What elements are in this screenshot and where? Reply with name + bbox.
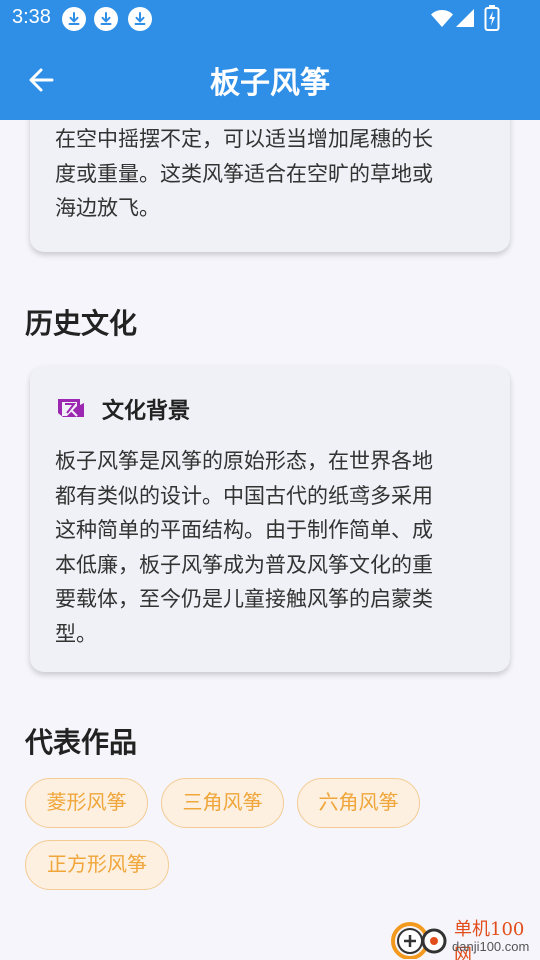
text-line: 板子风筝是风筝的原始形态，在世界各地 bbox=[55, 449, 433, 473]
status-time: 3:38 bbox=[12, 6, 51, 28]
watermark: 单机100网 danji100.com bbox=[390, 915, 538, 960]
culture-card: 文化背景 板子风筝是风筝的原始形态，在世界各地 都有类似的设计。中国古代的纸鸢多… bbox=[30, 366, 510, 672]
text-line: 本低廉，板子风筝成为普及风筝文化的重 bbox=[55, 552, 433, 577]
section-heading-history: 历史文化 bbox=[25, 307, 138, 340]
text-line: 这种简单的平面结构。由于制作简单、成 bbox=[55, 518, 433, 542]
download-icon bbox=[62, 7, 86, 31]
download-icon bbox=[94, 7, 118, 31]
text-line: 要载体，至今仍是儿童接触风筝的启蒙类 bbox=[55, 587, 433, 611]
download-icon bbox=[128, 7, 152, 31]
watermark-logo-icon bbox=[390, 919, 452, 960]
top-bar: 3:38 板子风筝 bbox=[0, 0, 540, 120]
description-text: 在空中摇摆不定，可以适当增加尾穗的长 度或重量。这类风筝适合在空旷的草地或 海边… bbox=[55, 122, 485, 226]
section-heading-works: 代表作品 bbox=[25, 726, 138, 759]
text-line: 型。 bbox=[55, 621, 97, 646]
chip-triangle-kite[interactable]: 三角风筝 bbox=[161, 778, 284, 828]
culture-text: 板子风筝是风筝的原始形态，在世界各地 都有类似的设计。中国古代的纸鸢多采用 这种… bbox=[55, 444, 490, 651]
status-bar: 3:38 bbox=[0, 0, 540, 38]
watermark-domain: danji100.com bbox=[452, 939, 530, 954]
text-line: 在空中摇摆不定，可以适当增加尾穗的长 bbox=[55, 127, 433, 151]
signal-icon bbox=[454, 7, 476, 33]
chip-hexagon-kite[interactable]: 六角风筝 bbox=[297, 778, 420, 828]
chip-diamond-kite[interactable]: 菱形风筝 bbox=[25, 778, 148, 828]
chip-square-kite[interactable]: 正方形风筝 bbox=[25, 840, 169, 890]
wifi-icon bbox=[430, 7, 454, 33]
card-title: 文化背景 bbox=[102, 399, 191, 424]
text-line: 都有类似的设计。中国古代的纸鸢多采用 bbox=[55, 483, 433, 508]
battery-charging-icon bbox=[484, 5, 500, 35]
page-title: 板子风筝 bbox=[210, 66, 330, 101]
history-edu-icon bbox=[55, 393, 87, 423]
app-bar: 板子风筝 bbox=[0, 38, 540, 120]
text-line: 度或重量。这类风筝适合在空旷的草地或 bbox=[55, 161, 433, 186]
text-line: 海边放飞。 bbox=[55, 196, 160, 220]
